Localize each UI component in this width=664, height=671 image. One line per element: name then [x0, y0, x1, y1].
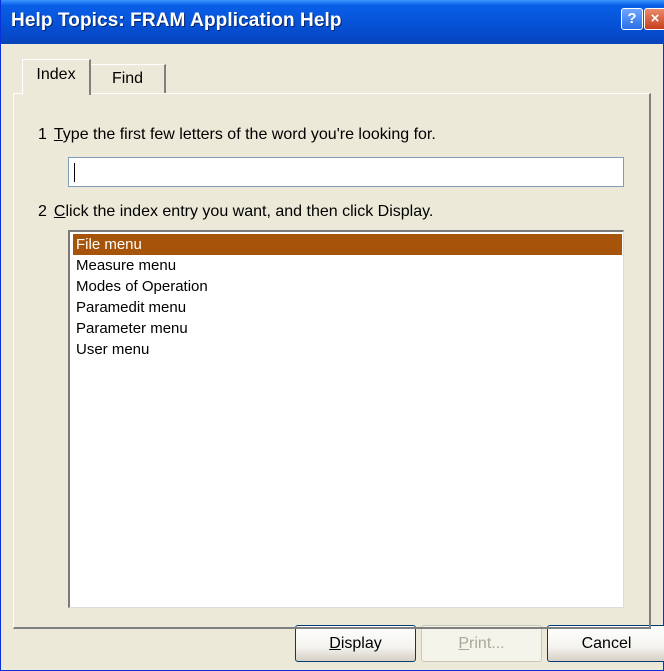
tab-find[interactable]: Find: [90, 64, 166, 94]
display-label: isplay: [340, 635, 382, 652]
window-title: Help Topics: FRAM Application Help: [11, 10, 342, 31]
close-button[interactable]: ×: [644, 8, 664, 30]
display-access-key: D: [329, 635, 341, 652]
question-mark-icon: ?: [627, 10, 637, 27]
help-button[interactable]: ?: [621, 8, 643, 30]
help-topics-dialog: Help Topics: FRAM Application Help ? × I…: [0, 0, 664, 671]
display-button[interactable]: Display: [295, 625, 416, 662]
title-bar[interactable]: Help Topics: FRAM Application Help ? ×: [1, 0, 664, 44]
close-icon: ×: [650, 10, 660, 27]
index-tab-panel: [13, 93, 651, 629]
print-button[interactable]: Print...: [421, 625, 542, 662]
cancel-label: Cancel: [581, 635, 632, 652]
cancel-button[interactable]: Cancel: [547, 625, 664, 662]
tab-find-label: Find: [111, 70, 144, 87]
print-label: rint...: [469, 635, 505, 652]
tab-index-label: Index: [36, 66, 76, 83]
print-access-key: P: [458, 635, 470, 652]
tab-index[interactable]: Index: [22, 59, 91, 95]
